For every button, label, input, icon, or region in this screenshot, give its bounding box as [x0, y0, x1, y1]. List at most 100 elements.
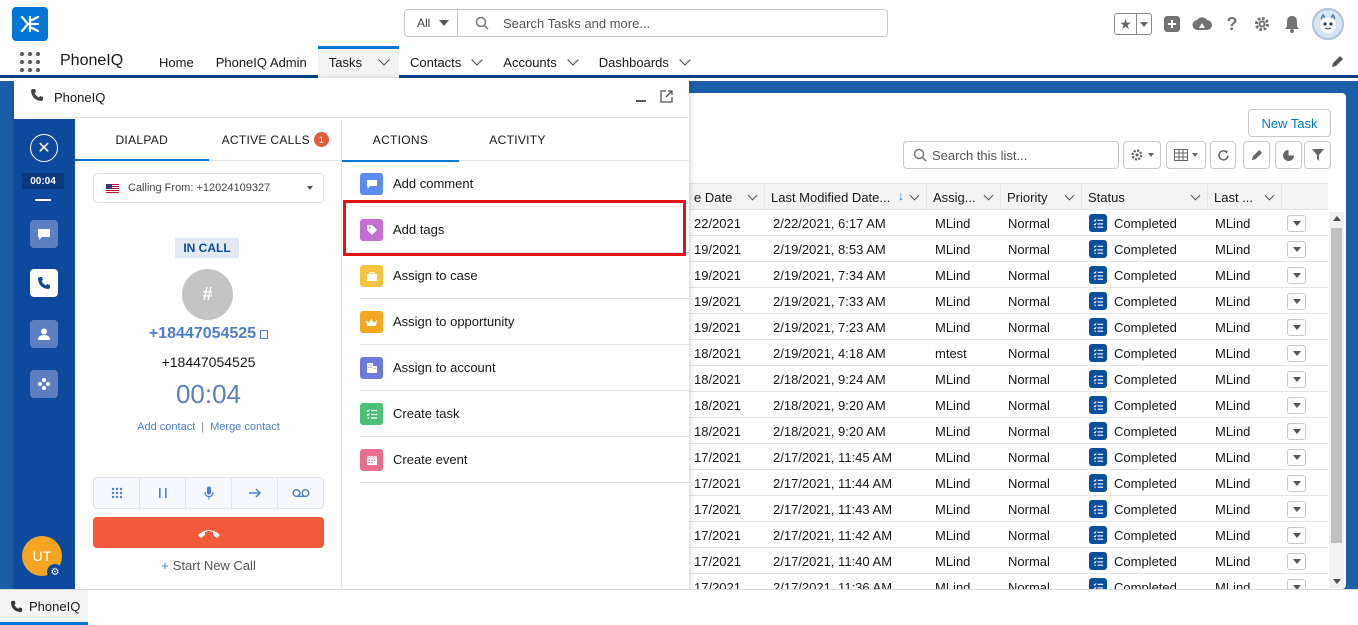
favorites-button[interactable]: ★: [1114, 13, 1152, 35]
nav-item-contacts[interactable]: Contacts: [399, 46, 492, 78]
row-actions-menu-button[interactable]: [1287, 423, 1306, 440]
favorites-menu-button[interactable]: [1137, 21, 1151, 27]
mute-button[interactable]: [186, 478, 232, 508]
chevron-down-icon[interactable]: [679, 54, 691, 66]
setup-gear-icon[interactable]: [1252, 14, 1272, 34]
messages-icon[interactable]: [30, 220, 58, 248]
tab-dialpad[interactable]: DIALPAD: [75, 119, 209, 161]
scrollbar-thumb[interactable]: [1331, 228, 1342, 543]
table-row[interactable]: 18/2021 2/19/2021, 4:18 AM mtest Normal Comp…: [688, 340, 1328, 366]
hang-up-button[interactable]: [93, 517, 324, 548]
action-assign-to-case[interactable]: Assign to case: [360, 253, 689, 299]
chevron-down-icon[interactable]: [1264, 190, 1275, 201]
notifications-bell-icon[interactable]: [1282, 14, 1302, 34]
column-header-date[interactable]: e Date: [688, 184, 765, 210]
help-icon[interactable]: ?: [1222, 14, 1242, 34]
refresh-button[interactable]: [1210, 141, 1236, 169]
table-row[interactable]: 18/2021 2/18/2021, 9:24 AM MLind Normal Comp…: [688, 366, 1328, 392]
hold-button[interactable]: [140, 478, 186, 508]
calling-from-select[interactable]: Calling From: +12024109327: [93, 173, 324, 203]
table-row[interactable]: 19/2021 2/19/2021, 8:53 AM MLind Normal Comp…: [688, 236, 1328, 262]
phone-number-link[interactable]: +18447054525: [149, 325, 256, 342]
table-row[interactable]: 17/2021 2/17/2021, 11:40 AM MLind Normal Com…: [688, 548, 1328, 574]
merge-contact-link[interactable]: Merge contact: [210, 421, 280, 433]
user-avatar[interactable]: [1312, 8, 1344, 40]
row-actions-menu-button[interactable]: [1287, 267, 1306, 284]
popout-icon[interactable]: [660, 90, 673, 103]
row-actions-menu-button[interactable]: [1287, 371, 1306, 388]
transfer-button[interactable]: [232, 478, 278, 508]
table-row[interactable]: 17/2021 2/17/2021, 11:42 AM MLind Normal Com…: [688, 522, 1328, 548]
action-assign-to-opportunity[interactable]: Assign to opportunity: [360, 299, 689, 345]
start-new-call-link[interactable]: + Start New Call: [75, 558, 342, 573]
voicemail-button[interactable]: [278, 478, 323, 508]
row-actions-menu-button[interactable]: [1287, 501, 1306, 518]
chevron-down-icon[interactable]: [378, 54, 390, 66]
table-row[interactable]: 17/2021 2/17/2021, 11:36 AM MLind Normal Com…: [688, 574, 1328, 589]
action-assign-to-account[interactable]: Assign to account: [360, 345, 689, 391]
copy-icon[interactable]: [260, 330, 269, 339]
row-actions-menu-button[interactable]: [1287, 449, 1306, 466]
table-row[interactable]: 19/2021 2/19/2021, 7:34 AM MLind Normal Comp…: [688, 262, 1328, 288]
search-scope-select[interactable]: All: [404, 9, 458, 37]
row-actions-menu-button[interactable]: [1287, 293, 1306, 310]
chevron-down-icon[interactable]: [471, 54, 483, 66]
column-header-last-modified[interactable]: Last Modified Date... ↓: [765, 184, 927, 210]
app-logo[interactable]: [12, 7, 48, 41]
integrations-icon[interactable]: [30, 370, 58, 398]
contacts-icon[interactable]: [30, 320, 58, 348]
global-actions-icon[interactable]: [1162, 14, 1182, 34]
list-search-input[interactable]: Search this list...: [903, 141, 1119, 169]
nav-item-phoneiq-admin[interactable]: PhoneIQ Admin: [205, 46, 318, 78]
scroll-down-arrow-icon[interactable]: [1333, 579, 1341, 584]
nav-item-home[interactable]: Home: [148, 46, 205, 78]
close-icon[interactable]: ✕: [30, 134, 58, 162]
utility-item-phoneiq[interactable]: PhoneIQ: [0, 590, 88, 625]
column-header-assigned[interactable]: Assig...: [927, 184, 1001, 210]
chevron-down-icon[interactable]: [567, 54, 579, 66]
phone-icon[interactable]: [30, 269, 58, 297]
new-task-button[interactable]: New Task: [1248, 109, 1331, 137]
edit-nav-pencil-icon[interactable]: [1331, 55, 1344, 71]
row-actions-menu-button[interactable]: [1287, 579, 1306, 589]
row-actions-menu-button[interactable]: [1287, 241, 1306, 258]
chevron-down-icon[interactable]: [747, 190, 758, 201]
table-row[interactable]: 22/2021 2/22/2021, 6:17 AM MLind Normal Comp…: [688, 210, 1328, 236]
row-actions-menu-button[interactable]: [1287, 215, 1306, 232]
keypad-button[interactable]: [94, 478, 140, 508]
table-row[interactable]: 18/2021 2/18/2021, 9:20 AM MLind Normal Comp…: [688, 418, 1328, 444]
chevron-down-icon[interactable]: [1064, 190, 1075, 201]
chevron-down-icon[interactable]: [983, 190, 994, 201]
tab-active-calls[interactable]: ACTIVE CALLS 1: [209, 119, 343, 160]
row-actions-menu-button[interactable]: [1287, 527, 1306, 544]
tab-actions[interactable]: ACTIONS: [342, 119, 459, 162]
gear-icon[interactable]: ⚙: [47, 564, 63, 580]
nav-item-accounts[interactable]: Accounts: [492, 46, 587, 78]
edit-list-button[interactable]: [1243, 141, 1270, 169]
column-header-status[interactable]: Status: [1082, 184, 1208, 210]
chevron-down-icon[interactable]: [909, 190, 920, 201]
trailhead-icon[interactable]: [1192, 14, 1212, 34]
chevron-down-icon[interactable]: [1190, 190, 1201, 201]
table-row[interactable]: 19/2021 2/19/2021, 7:33 AM MLind Normal Comp…: [688, 288, 1328, 314]
charts-button[interactable]: [1275, 141, 1302, 169]
table-row[interactable]: 17/2021 2/17/2021, 11:43 AM MLind Normal Com…: [688, 496, 1328, 522]
row-actions-menu-button[interactable]: [1287, 475, 1306, 492]
table-row[interactable]: 17/2021 2/17/2021, 11:45 AM MLind Normal Com…: [688, 444, 1328, 470]
nav-item-tasks[interactable]: Tasks: [317, 46, 399, 78]
nav-item-dashboards[interactable]: Dashboards: [588, 46, 700, 78]
tab-activity[interactable]: ACTIVITY: [459, 119, 576, 161]
filter-button[interactable]: [1304, 141, 1331, 169]
list-settings-button[interactable]: [1123, 141, 1161, 169]
minimize-icon[interactable]: [636, 100, 646, 102]
table-row[interactable]: 18/2021 2/18/2021, 9:20 AM MLind Normal Comp…: [688, 392, 1328, 418]
column-header-last[interactable]: Last ...: [1208, 184, 1282, 210]
app-launcher-icon[interactable]: [20, 52, 40, 72]
column-header-priority[interactable]: Priority: [1001, 184, 1082, 210]
scroll-up-arrow-icon[interactable]: [1333, 216, 1341, 221]
table-scrollbar[interactable]: [1329, 212, 1344, 588]
display-as-button[interactable]: [1166, 141, 1206, 169]
table-row[interactable]: 19/2021 2/19/2021, 7:23 AM MLind Normal Comp…: [688, 314, 1328, 340]
action-create-task[interactable]: Create task: [360, 391, 689, 437]
table-row[interactable]: 17/2021 2/17/2021, 11:44 AM MLind Normal Com…: [688, 470, 1328, 496]
